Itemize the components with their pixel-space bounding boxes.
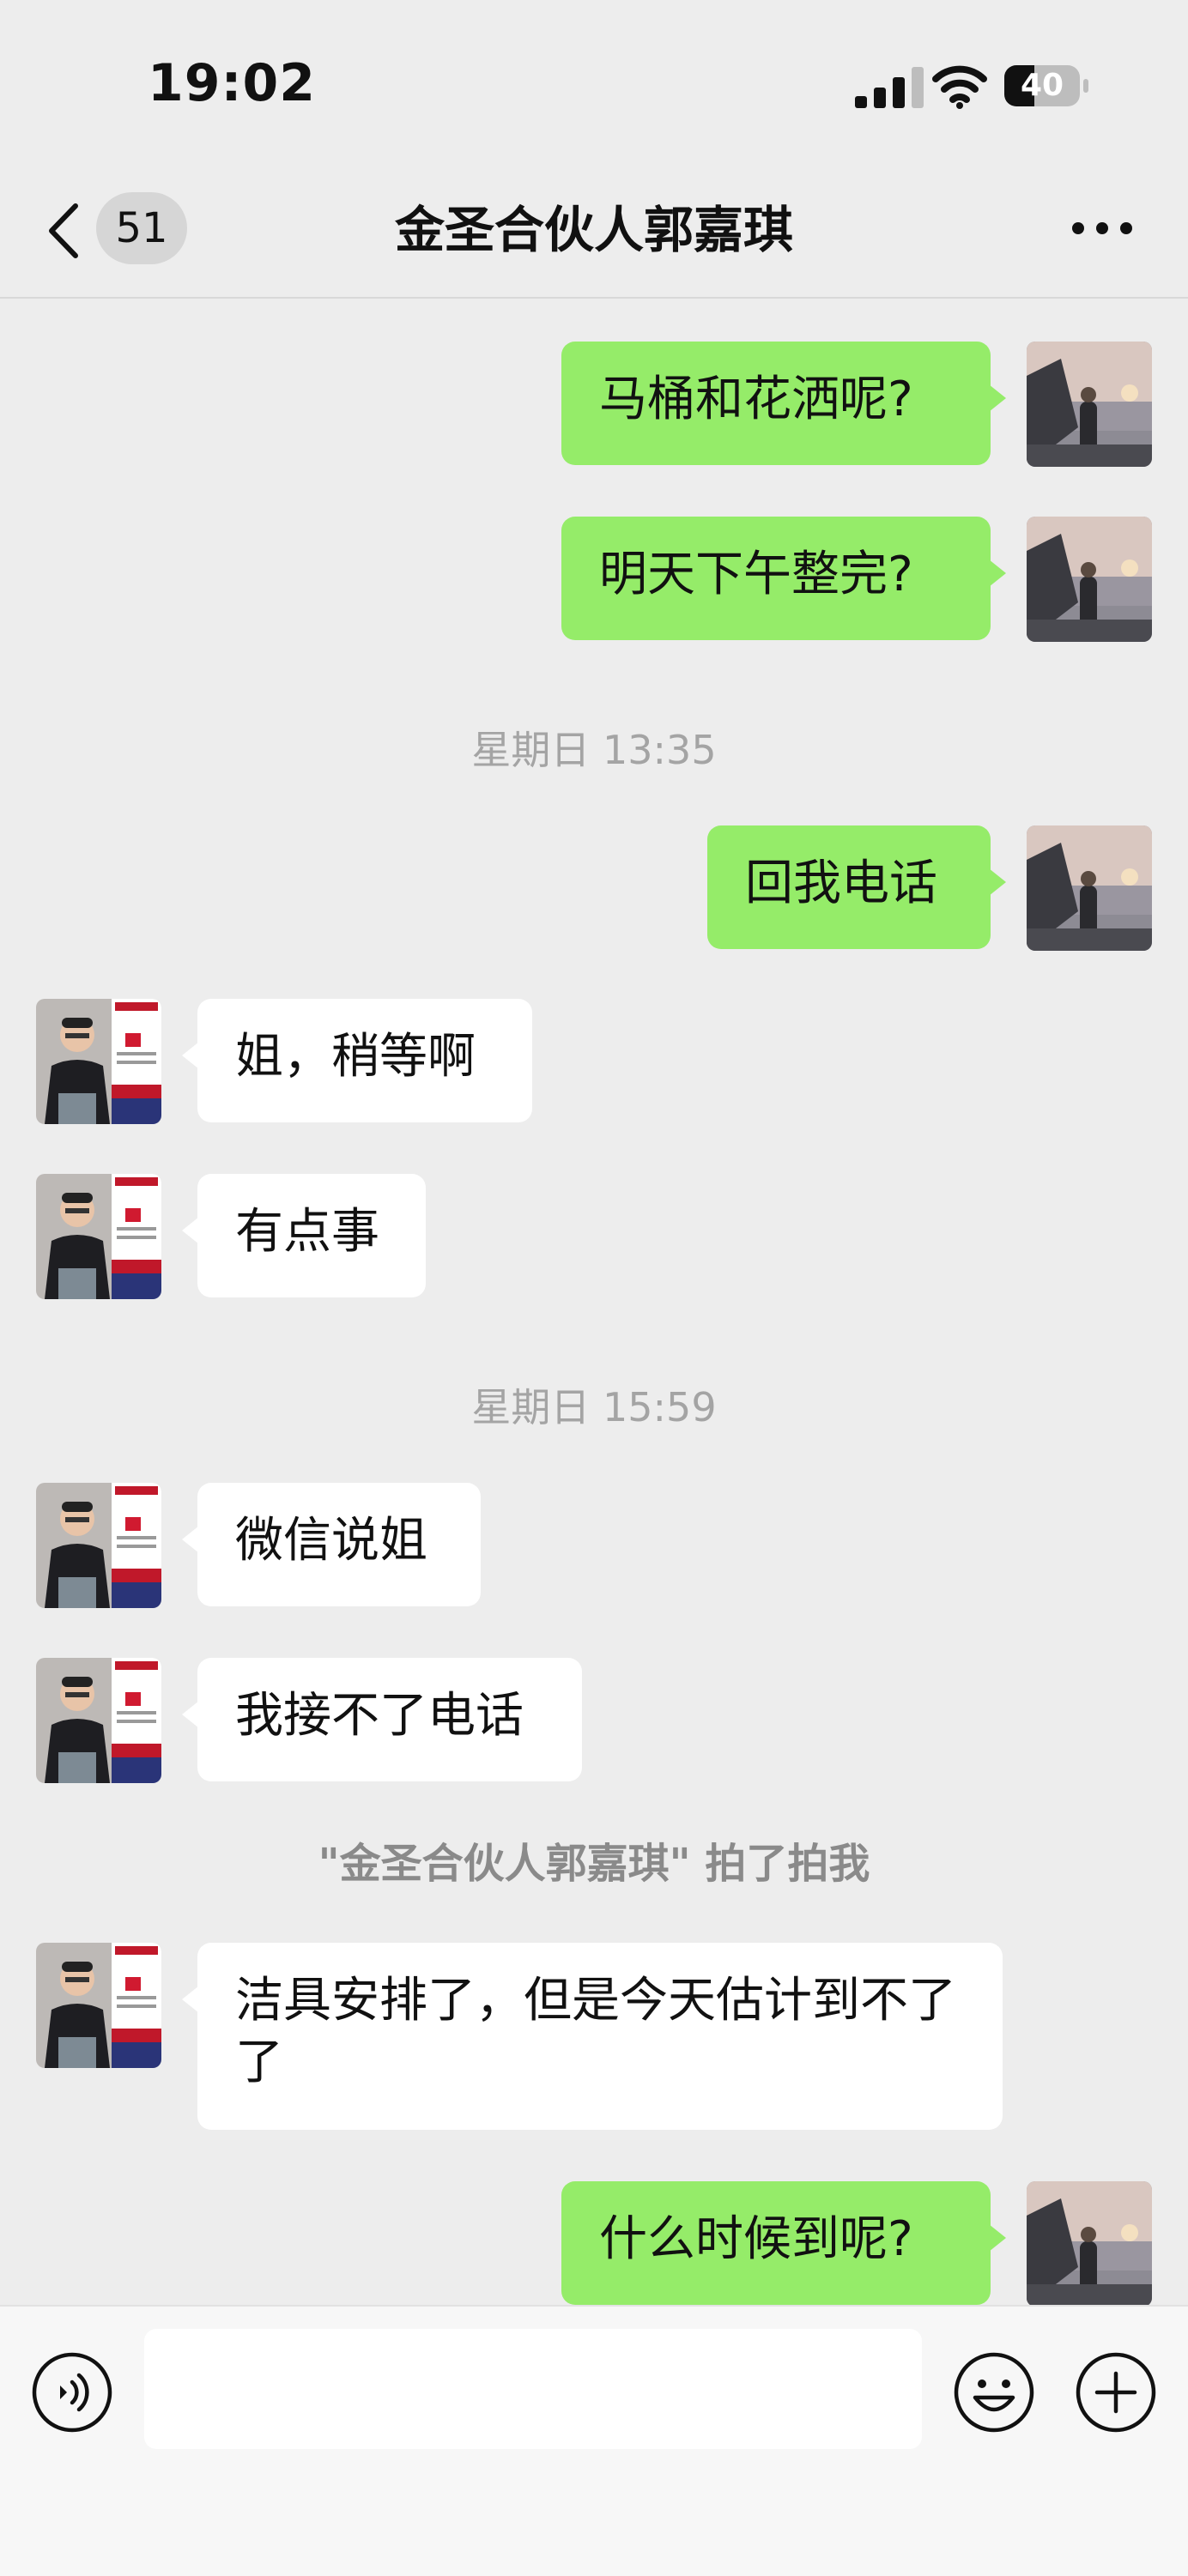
status-bar: 19:02 40 — [0, 0, 1188, 163]
message-input[interactable] — [144, 2329, 922, 2449]
my-message-bubble[interactable]: 马桶和花洒呢? — [561, 342, 1006, 465]
my-message-bubble[interactable]: 什么时候到呢? — [561, 2181, 1006, 2305]
battery-tip — [1083, 79, 1088, 93]
contact-avatar[interactable] — [36, 1483, 161, 1608]
more-dots-icon[interactable] — [1068, 211, 1136, 245]
my-message-bubble[interactable]: 明天下午整完? — [561, 517, 1006, 640]
my-avatar[interactable] — [1027, 825, 1152, 951]
chat-title: 金圣合伙人郭嘉琪 — [394, 201, 793, 259]
chat-timestamp: 星期日 13:35 — [471, 727, 717, 773]
my-avatar[interactable] — [1027, 517, 1152, 642]
contact-message-bubble[interactable]: 我接不了电话 — [182, 1658, 582, 1781]
contact-avatar[interactable] — [36, 1658, 161, 1783]
contact-avatar[interactable] — [36, 1174, 161, 1299]
contact-message-bubble[interactable]: 有点事 — [182, 1174, 426, 1297]
unread-count-badge[interactable]: 51 — [96, 192, 187, 264]
contact-message-bubble[interactable]: 姐，稍等啊 — [182, 999, 532, 1122]
battery-indicator: 40 — [1004, 65, 1090, 108]
my-avatar[interactable] — [1027, 2181, 1152, 2307]
chat-header: 51 金圣合伙人郭嘉琪 — [0, 163, 1188, 299]
battery-level-text: 40 — [1020, 68, 1064, 103]
contact-avatar[interactable] — [36, 1943, 161, 2068]
emoji-icon[interactable] — [953, 2351, 1035, 2434]
chat-timestamp: 星期日 15:59 — [471, 1384, 717, 1430]
cellular-signal-icon — [855, 67, 924, 108]
voice-icon[interactable] — [31, 2351, 113, 2434]
contact-avatar[interactable] — [36, 999, 161, 1124]
status-time: 19:02 — [148, 53, 316, 113]
pat-notification: "金圣合伙人郭嘉琪" 拍了拍我 — [318, 1840, 870, 1888]
wifi-icon — [932, 65, 987, 109]
contact-message-bubble[interactable]: 微信说姐 — [182, 1483, 481, 1606]
plus-icon[interactable] — [1075, 2351, 1157, 2434]
battery-body: 40 — [1004, 65, 1080, 106]
contact-message-bubble[interactable]: 洁具安排了，但是今天估计到不了了 — [182, 1943, 1003, 2130]
chevron-left-icon[interactable] — [41, 201, 93, 261]
my-message-bubble[interactable]: 回我电话 — [707, 825, 1006, 949]
my-avatar[interactable] — [1027, 342, 1152, 467]
message-input-bar — [0, 2305, 1188, 2576]
